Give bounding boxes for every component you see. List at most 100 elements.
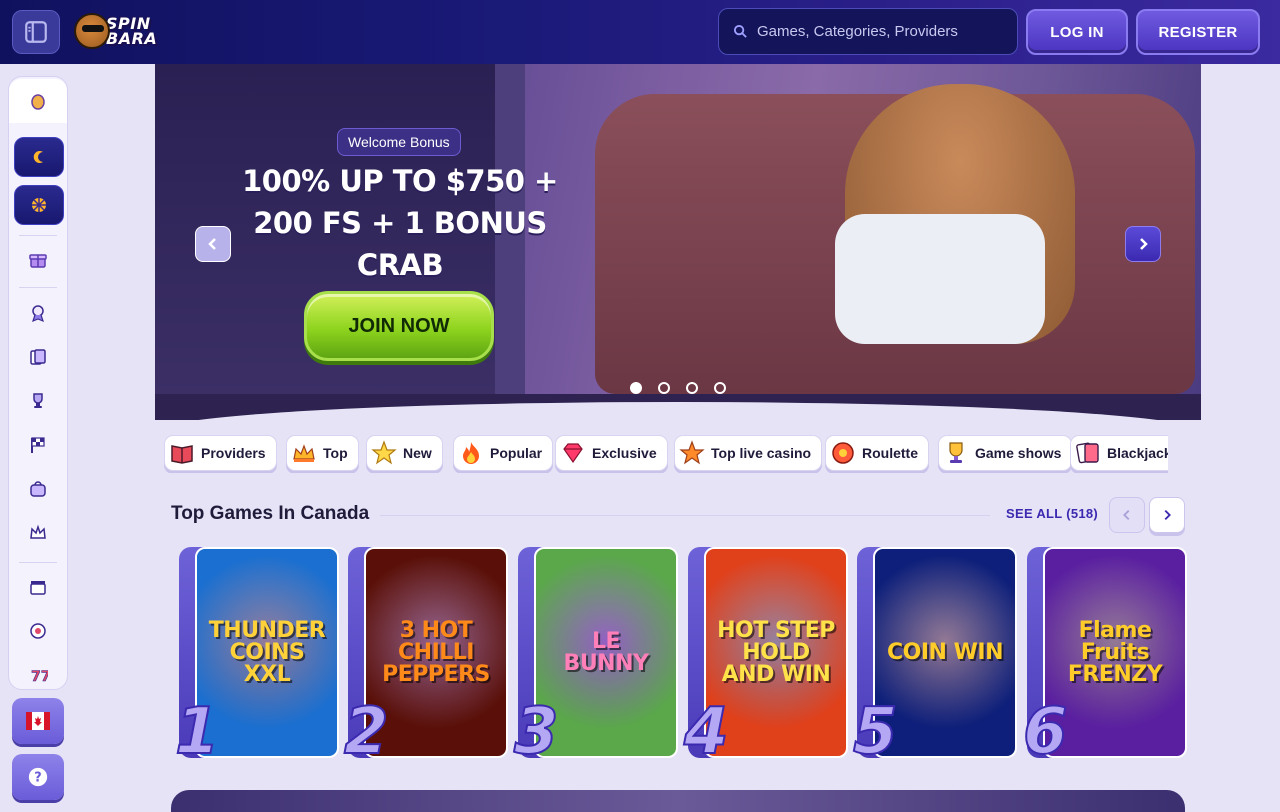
sidebar-item-wheel[interactable] (14, 185, 64, 225)
crown-icon (293, 444, 315, 462)
game-rank: 5 (852, 695, 899, 769)
gift-icon (29, 254, 47, 268)
game-card[interactable]: LE BUNNY 3 (513, 547, 678, 765)
game-rank: 2 (343, 695, 390, 769)
search-input[interactable] (757, 23, 997, 40)
game-card[interactable]: COIN WIN 5 (852, 547, 1017, 765)
login-button[interactable]: LOG IN (1026, 9, 1128, 55)
wheel-icon (32, 198, 46, 212)
clapperboard-icon (30, 581, 46, 595)
egg-icon (31, 94, 45, 110)
star-icon (679, 440, 705, 465)
roulette-icon (30, 623, 46, 639)
hero-prev-button[interactable] (195, 226, 231, 262)
category-blackjack[interactable]: Blackjack (1070, 435, 1168, 471)
sidebar-divider (19, 235, 57, 236)
next-banner-preview (171, 790, 1185, 812)
game-title: LE BUNNY (563, 628, 649, 676)
brand-logo-text: SPIN BARA (106, 14, 158, 48)
crescent-icon (33, 151, 43, 163)
star-new-icon (371, 440, 397, 465)
sidebar-item-cards[interactable] (9, 337, 67, 377)
bag-icon (30, 481, 46, 497)
language-selector-button[interactable] (12, 698, 64, 744)
join-now-button[interactable]: JOIN NOW (304, 291, 494, 361)
category-game-shows[interactable]: Game shows (938, 435, 1073, 471)
fire-icon (463, 442, 479, 464)
book-icon (171, 445, 193, 464)
left-sidebar: 77 (8, 76, 68, 690)
hero-dot[interactable] (686, 382, 698, 394)
search-box[interactable] (718, 8, 1018, 55)
top-header: SPIN BARA LOG IN REGISTER (0, 0, 1280, 64)
sidebar-item-shop[interactable] (9, 469, 67, 509)
trophy-icon (33, 393, 43, 408)
sidebar-toggle-button[interactable] (12, 10, 60, 54)
lucky-seven-icon: 77 (31, 669, 48, 685)
sidebar-item-races[interactable] (9, 425, 67, 465)
sidebar-item-originals[interactable] (14, 137, 64, 177)
category-chips: Providers Top New Popular Exclusive Top … (164, 435, 1168, 473)
trophy-icon (949, 442, 963, 463)
hero-next-button[interactable] (1125, 226, 1161, 262)
category-roulette[interactable]: Roulette (825, 435, 929, 471)
game-title: COIN WIN (887, 639, 1003, 665)
games-next-button[interactable] (1149, 497, 1185, 533)
section-divider (380, 515, 990, 516)
roulette-icon (832, 442, 854, 464)
sidebar-toggle-icon (25, 21, 47, 43)
game-rank: 3 (513, 695, 560, 769)
game-card[interactable]: Flame Fruits FRENZY 6 (1022, 547, 1187, 765)
help-button[interactable]: ? (12, 754, 64, 800)
svg-text:?: ? (34, 771, 41, 786)
game-title: Flame Fruits FRENZY (1067, 617, 1163, 687)
playing-cards-icon (30, 349, 46, 365)
category-exclusive[interactable]: Exclusive (555, 435, 668, 471)
hero-pagination (630, 382, 726, 394)
hero-dot[interactable] (714, 382, 726, 394)
game-rank: 4 (683, 695, 730, 769)
question-icon: ? (28, 767, 48, 787)
see-all-link[interactable]: SEE ALL (518) (1006, 506, 1098, 521)
sidebar-item-slots[interactable]: 77 (9, 655, 67, 695)
checkered-flag-icon (31, 437, 45, 453)
cards-icon (1076, 442, 1099, 464)
game-rank: 6 (1022, 695, 1069, 769)
game-title: 3 HOT CHILLI PEPPERS (382, 617, 490, 687)
game-rank: 1 (174, 695, 221, 769)
chevron-right-icon (1164, 509, 1171, 521)
game-title: THUNDER COINS XXL (208, 617, 326, 687)
gem-icon (563, 443, 583, 464)
sidebar-item-roulette[interactable] (9, 611, 67, 651)
category-top-live-casino[interactable]: Top live casino (674, 435, 823, 471)
sidebar-divider (19, 562, 57, 563)
category-top[interactable]: Top (286, 435, 359, 471)
canada-flag-icon (26, 712, 50, 730)
game-title: HOT STEP HOLD AND WIN (717, 617, 835, 687)
chevron-right-icon (1140, 238, 1148, 250)
sidebar-item-bonus-egg[interactable] (9, 79, 67, 123)
hero-title: 100% UP TO $750 + 200 FS + 1 BONUS CRAB (242, 164, 558, 282)
capybara-logo-icon (74, 13, 110, 49)
hero-dot[interactable] (658, 382, 670, 394)
hero-shirt-illustration (835, 214, 1045, 344)
category-new[interactable]: New (366, 435, 443, 471)
game-card[interactable]: THUNDER COINS XXL 1 (174, 547, 339, 765)
svg-text:77: 77 (31, 669, 48, 685)
sidebar-item-loyalty[interactable] (9, 513, 67, 553)
brand-logo[interactable]: SPIN BARA (74, 10, 180, 52)
crown-icon (30, 524, 46, 539)
register-button[interactable]: REGISTER (1136, 9, 1260, 55)
sidebar-item-live[interactable] (9, 567, 67, 607)
sidebar-item-tournaments[interactable] (9, 381, 67, 421)
chevron-left-icon (208, 238, 216, 250)
category-popular[interactable]: Popular (453, 435, 554, 471)
game-card[interactable]: HOT STEP HOLD AND WIN 4 (683, 547, 848, 765)
category-providers[interactable]: Providers (164, 435, 277, 471)
hero-dot[interactable] (630, 382, 642, 394)
games-prev-button[interactable] (1109, 497, 1145, 533)
welcome-bonus-badge: Welcome Bonus (337, 128, 461, 156)
sidebar-item-gifts[interactable] (9, 240, 67, 280)
sidebar-item-vip[interactable] (9, 293, 67, 333)
game-card[interactable]: 3 HOT CHILLI PEPPERS 2 (343, 547, 508, 765)
